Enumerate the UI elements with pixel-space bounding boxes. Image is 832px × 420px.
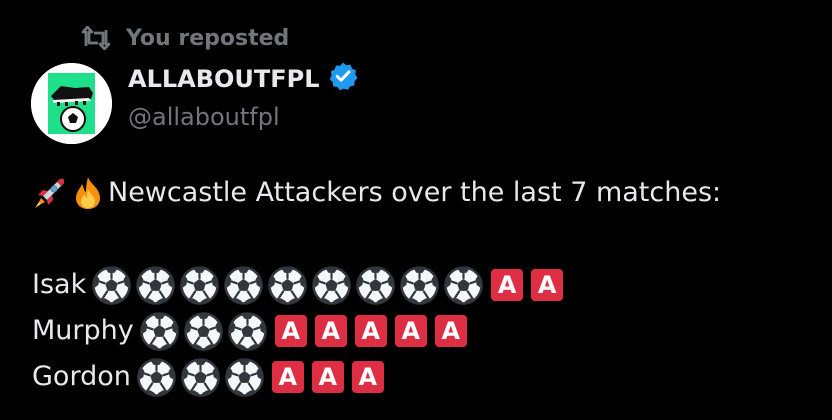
verified-badge-icon [328, 61, 358, 97]
author-handle[interactable]: @allaboutfpl [128, 103, 280, 131]
assist-a-emoji: A [531, 269, 564, 301]
rocket-emoji [35, 178, 65, 208]
soccer-ball-emoji [225, 358, 264, 397]
soccer-ball-emoji [268, 266, 307, 305]
soccer-ball-emoji [184, 312, 223, 351]
player-name: Murphy [32, 315, 134, 346]
repost-label: You reposted [126, 25, 290, 51]
post-body: Newcastle Attackers over the last 7 matc… [32, 170, 822, 400]
soccer-ball-emoji [180, 266, 219, 305]
assist-a-emoji: A [354, 315, 387, 347]
player-stat-row: Murphy AAAAA [32, 308, 822, 354]
soccer-ball-emoji [444, 266, 483, 305]
boot-and-ball-logo [31, 63, 112, 144]
soccer-ball-emoji [136, 266, 175, 305]
soccer-ball-emoji [92, 266, 131, 305]
stat-icons: AAA [137, 358, 384, 397]
player-stat-row: Isak AA [32, 262, 822, 308]
soccer-ball-emoji [181, 358, 220, 397]
headline-text: Newcastle Attackers over the last 7 matc… [108, 177, 722, 208]
soccer-ball-emoji [312, 266, 351, 305]
player-stat-row: Gordon AAA [32, 354, 822, 400]
player-name: Isak [32, 269, 87, 300]
fire-emoji [76, 177, 100, 209]
post-headline: Newcastle Attackers over the last 7 matc… [32, 170, 822, 216]
avatar[interactable] [31, 63, 112, 144]
soccer-ball-emoji [356, 266, 395, 305]
stat-icons: AAAAA [140, 312, 467, 351]
soccer-ball-emoji [400, 266, 439, 305]
soccer-ball-emoji [224, 266, 263, 305]
lead-emojis [32, 175, 106, 211]
player-name: Gordon [32, 361, 131, 392]
author-display-name[interactable]: ALLABOUTFPL [128, 62, 358, 96]
assist-a-emoji: A [434, 315, 467, 347]
assist-a-emoji: A [274, 315, 307, 347]
soccer-ball-emoji [140, 312, 179, 351]
repost-indicator: You reposted [80, 22, 289, 54]
assist-a-emoji: A [394, 315, 427, 347]
assist-a-emoji: A [351, 361, 384, 393]
assist-a-emoji: A [314, 315, 347, 347]
assist-a-emoji: A [311, 361, 344, 393]
soccer-ball-emoji [137, 358, 176, 397]
display-name-text: ALLABOUTFPL [128, 65, 320, 93]
assist-a-emoji: A [271, 361, 304, 393]
soccer-ball-emoji [228, 312, 267, 351]
stat-icons: AA [92, 266, 564, 305]
assist-a-emoji: A [491, 269, 524, 301]
repost-icon [80, 26, 112, 50]
